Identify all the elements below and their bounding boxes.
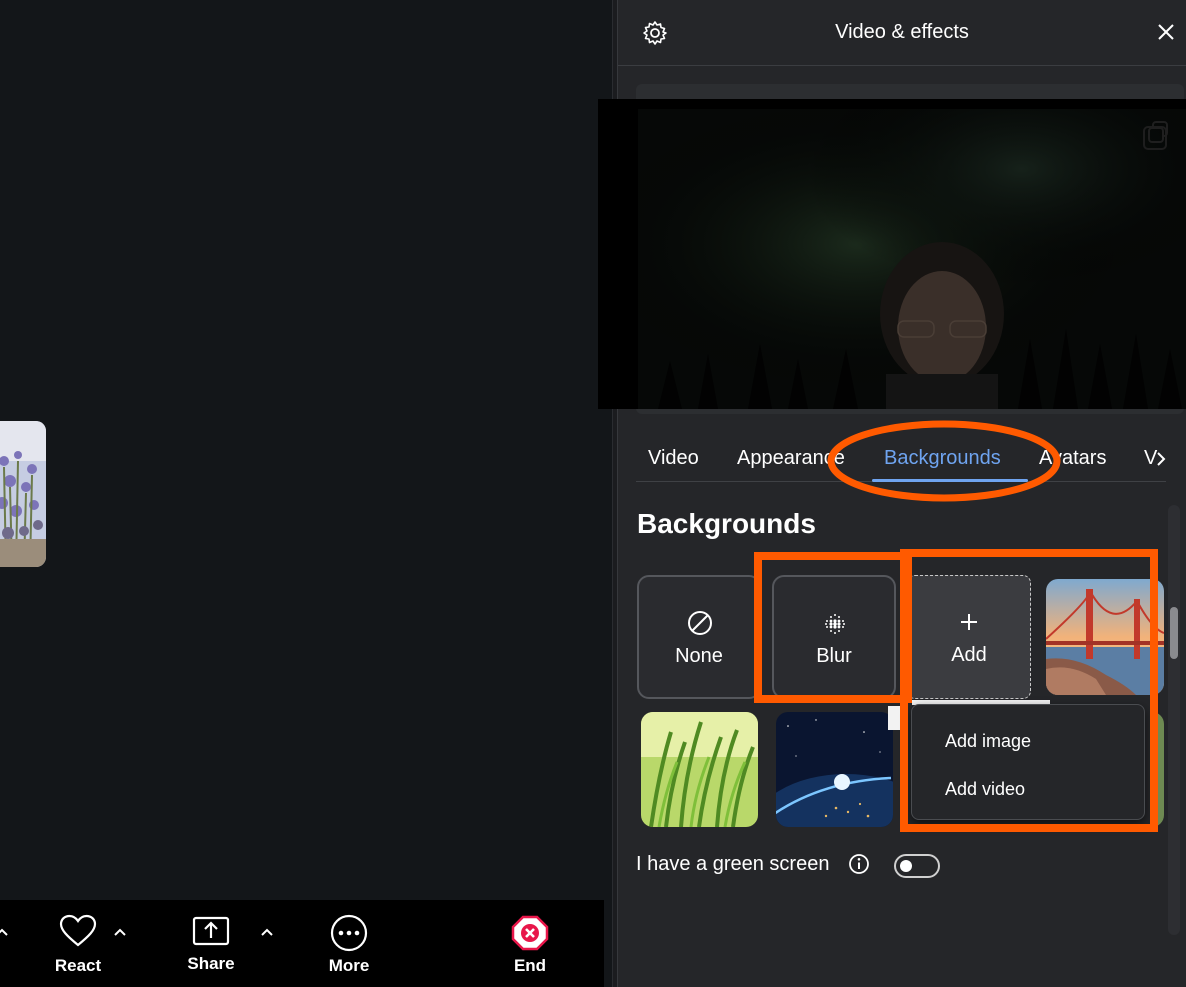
- next-section-heading-clipped: [640, 928, 647, 938]
- scrollbar-thumb[interactable]: [1170, 607, 1178, 659]
- green-screen-toggle[interactable]: [894, 854, 940, 878]
- chevron-up-icon[interactable]: [0, 922, 12, 942]
- background-blur-tile[interactable]: Blur: [772, 575, 896, 699]
- info-icon[interactable]: [848, 853, 870, 875]
- toggle-knob: [900, 860, 912, 872]
- share-options-caret-icon[interactable]: [257, 922, 277, 942]
- share-label: Share: [187, 954, 235, 973]
- share-screen-icon: [192, 916, 230, 946]
- backgrounds-heading: Backgrounds: [637, 508, 816, 539]
- meeting-stage: React Share More End: [0, 0, 612, 987]
- react-label: React: [54, 956, 102, 975]
- panel-scrollbar[interactable]: [1168, 505, 1180, 935]
- background-grass-tile[interactable]: [641, 712, 758, 827]
- tabs-scroll-right-icon[interactable]: [1156, 451, 1166, 467]
- plus-icon: [961, 614, 977, 630]
- share-button[interactable]: Share: [171, 914, 251, 984]
- end-button[interactable]: End: [490, 914, 570, 984]
- end-label: End: [513, 956, 547, 975]
- tab-backgrounds[interactable]: Backgrounds: [884, 447, 1001, 470]
- add-label: Add: [951, 644, 987, 666]
- blur-dots-icon: [825, 614, 845, 634]
- meeting-toolbar: React Share More End: [0, 900, 604, 987]
- panel-title: Video & effects: [835, 21, 969, 43]
- end-call-icon: [511, 915, 549, 951]
- add-background-tile[interactable]: Add: [907, 575, 1031, 699]
- tab-video[interactable]: Video: [648, 447, 699, 470]
- tab-avatars[interactable]: Avatars: [1039, 447, 1106, 470]
- background-none-tile[interactable]: None: [637, 575, 761, 699]
- react-options-caret-icon[interactable]: [110, 922, 130, 942]
- panel-header: Video & effects: [618, 0, 1186, 66]
- close-icon[interactable]: [1156, 22, 1176, 42]
- tab-appearance[interactable]: Appearance: [737, 447, 845, 470]
- participant-thumbnail-lavender[interactable]: [0, 421, 46, 567]
- background-golden-gate-tile[interactable]: [1046, 579, 1164, 695]
- active-tab-indicator: [872, 479, 1028, 482]
- menu-item-add-image[interactable]: Add image: [945, 731, 1031, 752]
- video-preview: [598, 99, 1186, 409]
- more-label: More: [328, 956, 370, 975]
- effects-tabs: Video Appearance Backgrounds Avatars V: [636, 438, 1166, 482]
- tooltip-fragment: [888, 706, 908, 730]
- background-partial-tile[interactable]: [1150, 712, 1164, 827]
- background-earth-space-tile[interactable]: [776, 712, 893, 827]
- react-button[interactable]: React: [38, 914, 118, 984]
- popout-icon[interactable]: [1143, 118, 1173, 148]
- none-label: None: [675, 645, 723, 667]
- no-symbol-icon: [688, 611, 712, 635]
- menu-item-add-video[interactable]: Add video: [945, 779, 1025, 800]
- more-button[interactable]: More: [309, 914, 389, 984]
- more-dots-icon: [330, 914, 368, 952]
- green-screen-label: I have a green screen: [636, 853, 830, 875]
- blur-label: Blur: [816, 645, 852, 667]
- heart-icon: [59, 914, 97, 947]
- add-background-menu: Add image Add video: [911, 704, 1145, 820]
